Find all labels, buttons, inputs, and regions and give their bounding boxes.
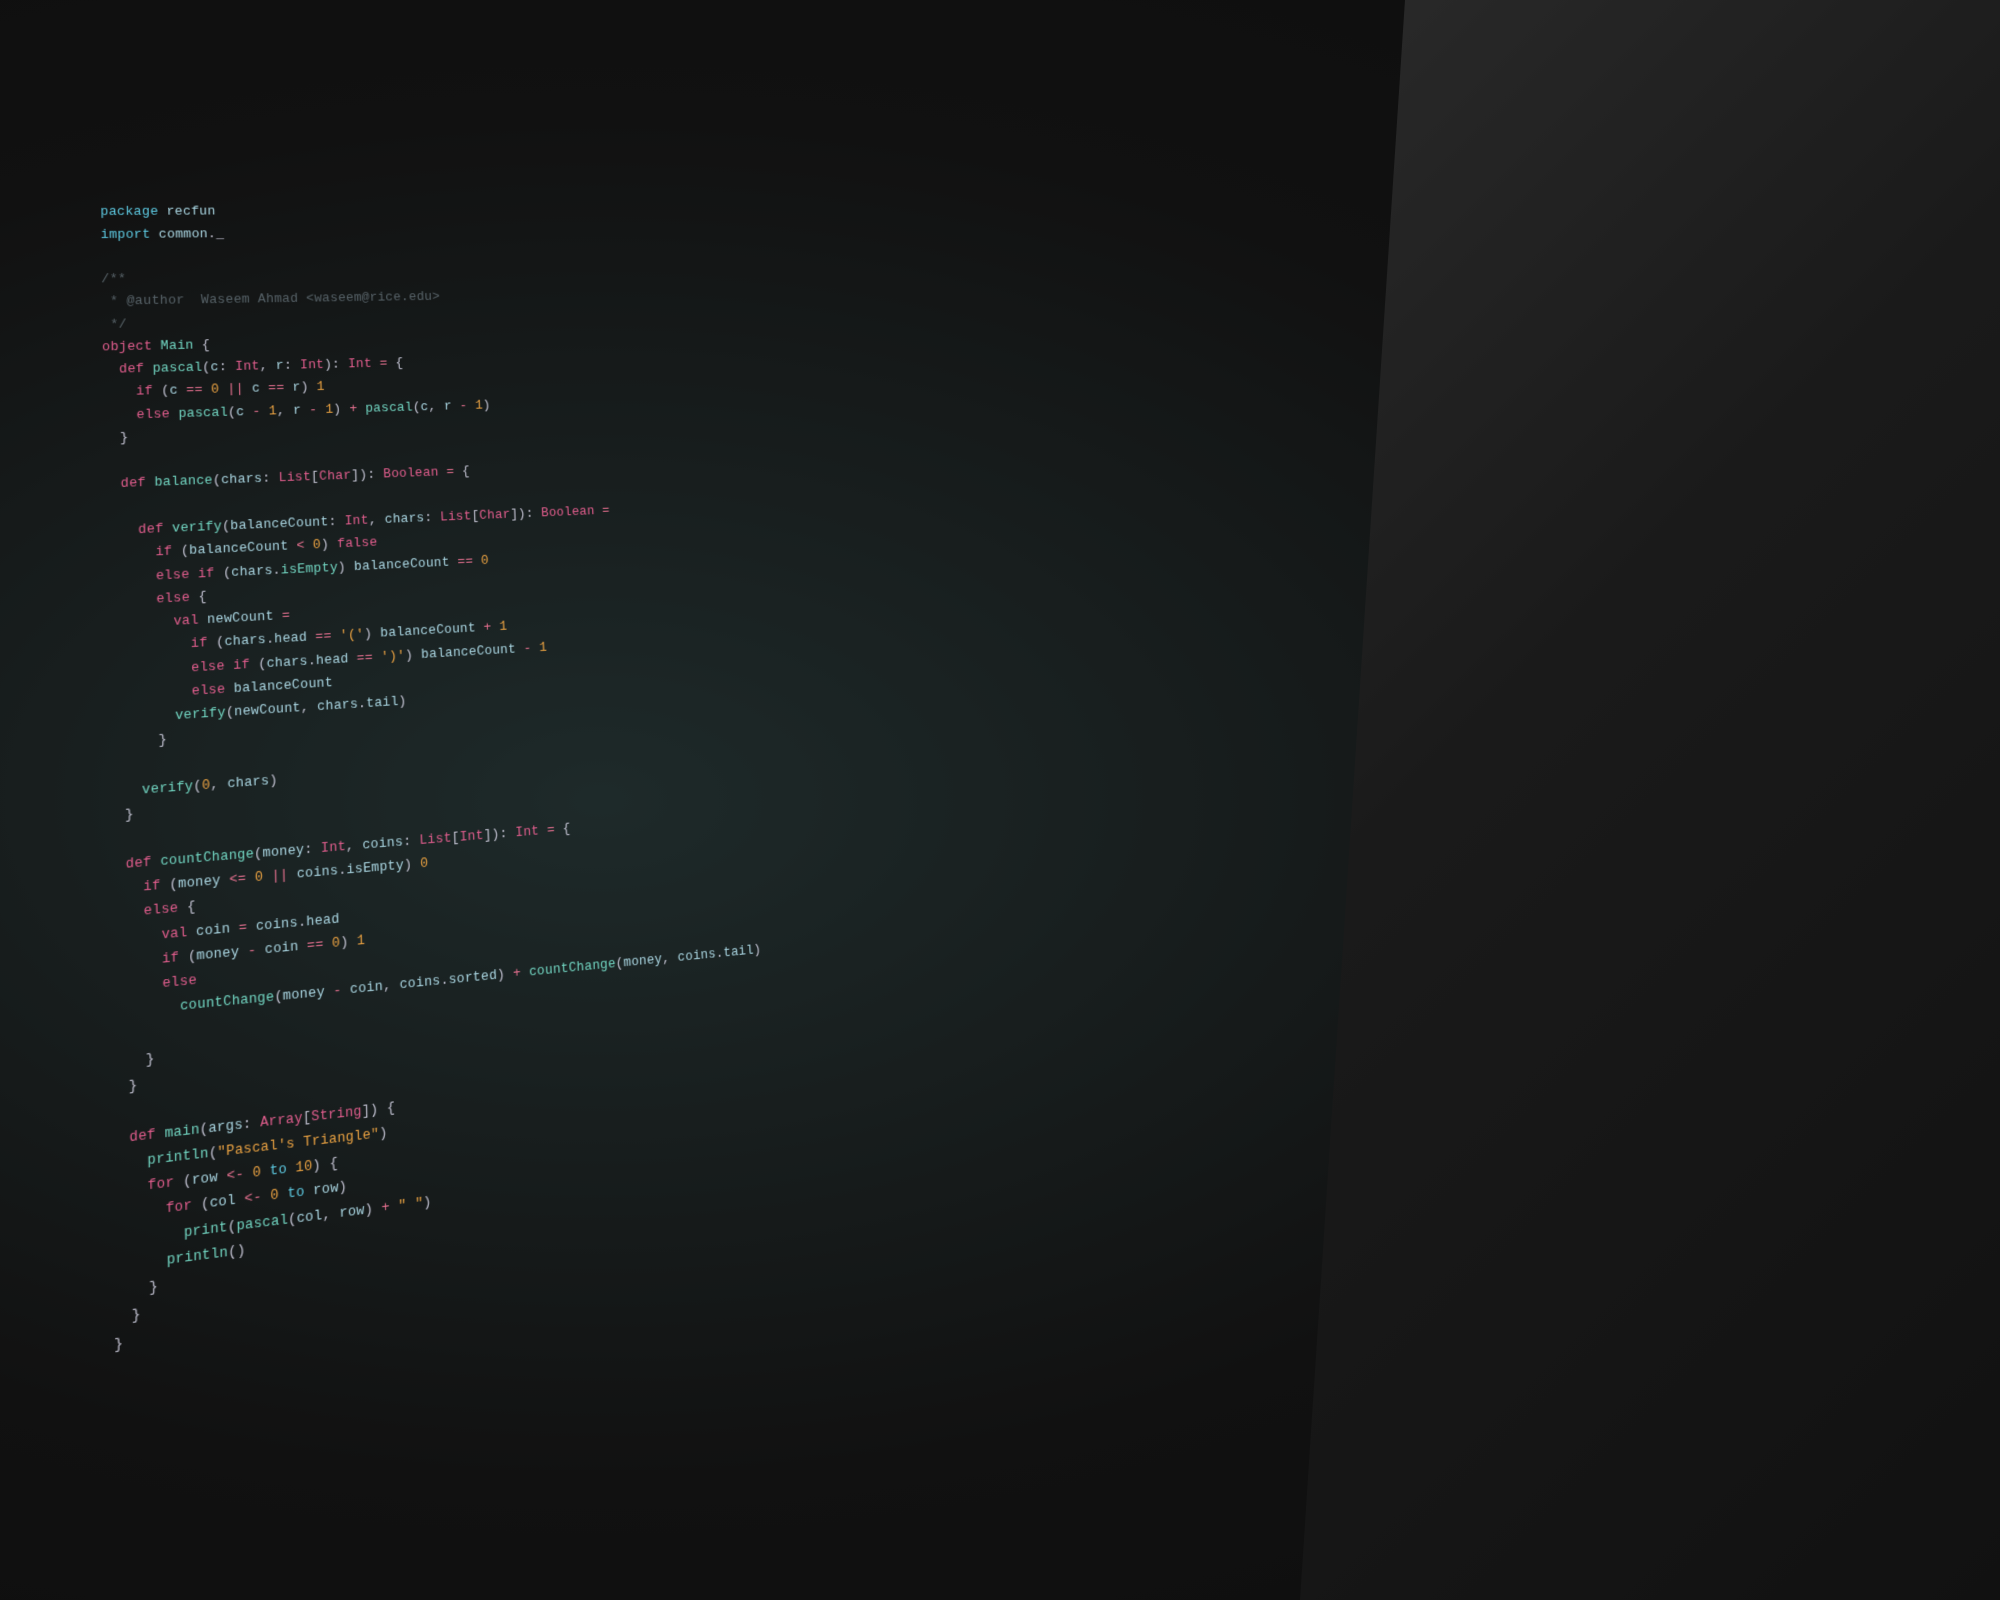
main-scene: package recfun import common._ /** * @au… [0,0,2000,1600]
code-container: package recfun import common._ /** * @au… [100,180,983,1386]
right-panel [1300,0,2000,1600]
code-display: package recfun import common._ /** * @au… [100,180,983,1386]
